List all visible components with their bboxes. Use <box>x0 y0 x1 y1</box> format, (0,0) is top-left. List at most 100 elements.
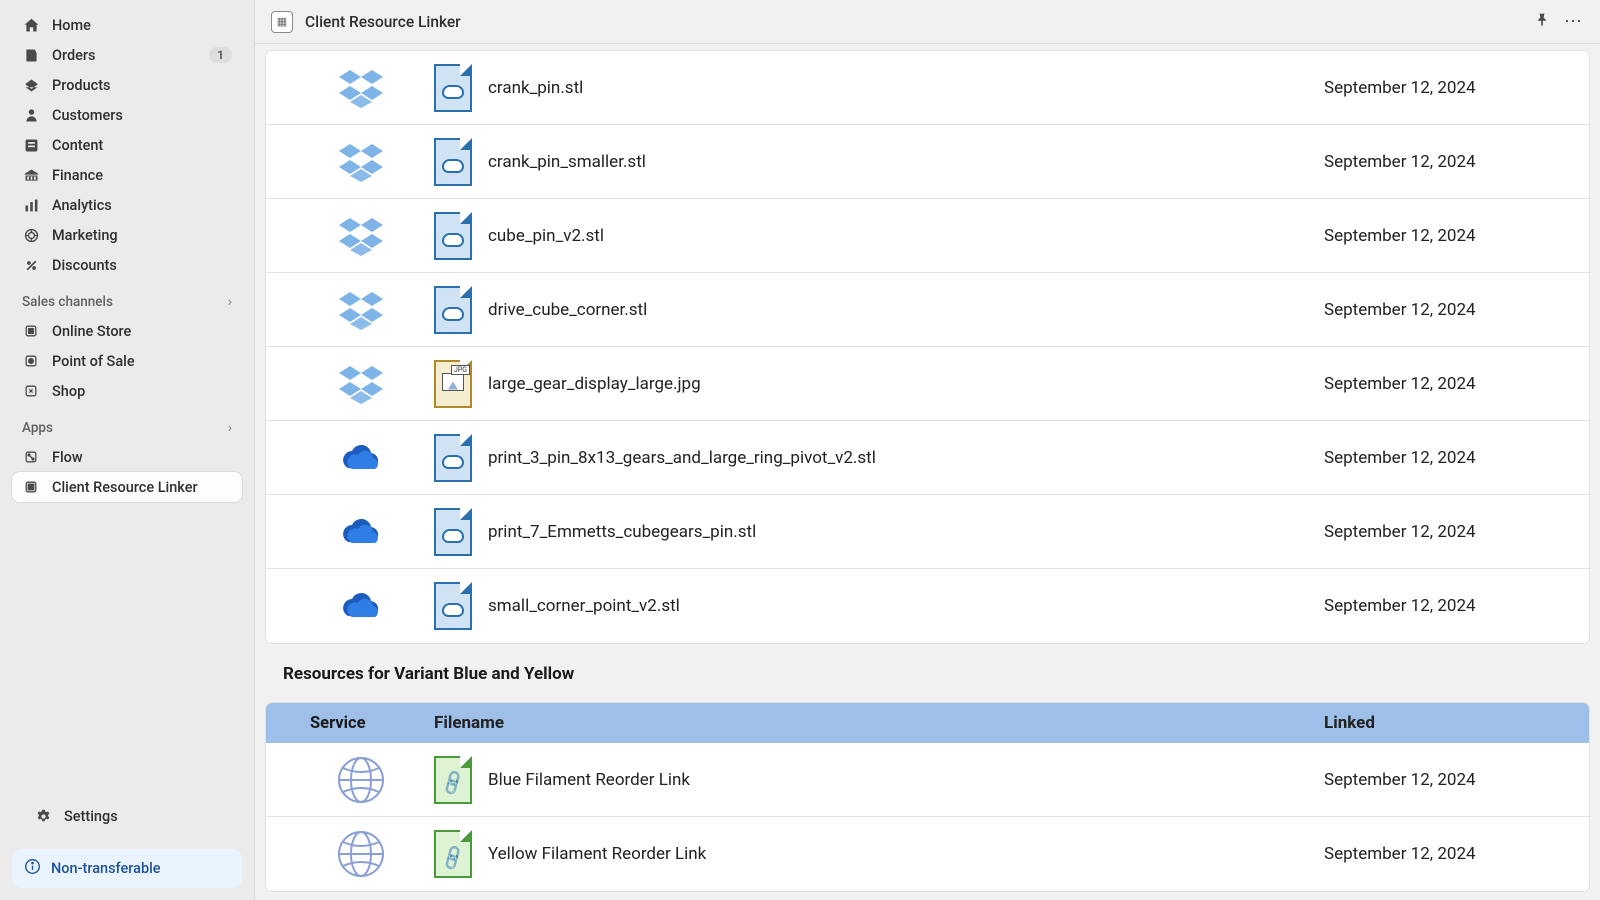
sidebar-item-label: Customers <box>52 107 232 124</box>
resource-row[interactable]: JPGlarge_gear_display_large.jpgSeptember… <box>266 347 1589 421</box>
pos-icon <box>22 352 40 370</box>
customers-icon <box>22 106 40 124</box>
service-icon-dropbox <box>306 364 416 404</box>
store-icon <box>22 322 40 340</box>
variant-table-header: Service Filename Linked <box>266 703 1589 743</box>
cloud-file-icon <box>434 286 472 334</box>
sidebar-item-label: Marketing <box>52 227 232 244</box>
apps-header[interactable]: Apps › <box>0 406 254 442</box>
flow-icon <box>22 448 40 466</box>
linked-date: September 12, 2024 <box>1324 226 1569 246</box>
filename: Yellow Filament Reorder Link <box>488 844 706 864</box>
service-icon-dropbox <box>306 142 416 182</box>
service-icon-dropbox <box>306 68 416 108</box>
variant-table: Service Filename Linked 🔗 Blue Filament R… <box>265 702 1590 892</box>
link-file-icon: 🔗 <box>434 756 472 804</box>
linked-date: September 12, 2024 <box>1324 844 1569 864</box>
resource-row[interactable]: small_corner_point_v2.stlSeptember 12, 2… <box>266 569 1589 643</box>
sidebar-item-marketing[interactable]: Marketing <box>12 220 242 250</box>
sidebar-item-client-resource-linker[interactable]: Client Resource Linker <box>12 472 242 502</box>
sidebar-item-online-store[interactable]: Online Store <box>12 316 242 346</box>
chevron-right-icon: › <box>228 294 232 310</box>
non-transferable-badge[interactable]: Non-transferable <box>12 849 242 888</box>
sidebar-item-label: Point of Sale <box>52 353 232 370</box>
resource-row[interactable]: 🔗 Blue Filament Reorder Link September 12,… <box>266 743 1589 817</box>
cloud-file-icon <box>434 508 472 556</box>
filename: Blue Filament Reorder Link <box>488 770 690 790</box>
marketing-icon <box>22 226 40 244</box>
sidebar-item-label: Online Store <box>52 323 232 340</box>
app-icon: ▦ <box>271 11 293 33</box>
products-icon <box>22 76 40 94</box>
more-icon[interactable]: ⋯ <box>1564 11 1584 32</box>
linked-date: September 12, 2024 <box>1324 522 1569 542</box>
sales-channels-header[interactable]: Sales channels › <box>0 280 254 316</box>
header-linked: Linked <box>1324 713 1569 733</box>
sidebar-item-label: Discounts <box>52 257 232 274</box>
sidebar: Home Orders 1 Products Customers Content Finan… <box>0 0 255 900</box>
header-service: Service <box>306 714 416 733</box>
resource-row[interactable]: 🔗Yellow Filament Reorder LinkSeptember 1… <box>266 817 1589 891</box>
orders-icon <box>22 46 40 64</box>
sidebar-item-content[interactable]: Content <box>12 130 242 160</box>
sidebar-item-shop[interactable]: Shop <box>12 376 242 406</box>
sidebar-item-label: Products <box>52 77 232 94</box>
resource-row[interactable]: cube_pin_v2.stl September 12, 2024 <box>266 199 1589 273</box>
resources-table: crank_pin.stlSeptember 12, 2024crank_pin… <box>265 50 1590 644</box>
sidebar-item-label: Home <box>52 17 232 34</box>
sidebar-item-point-of-sale[interactable]: Point of Sale <box>12 346 242 376</box>
resource-row[interactable]: crank_pin.stl September 12, 2024 <box>266 51 1589 125</box>
service-icon-web <box>306 830 416 878</box>
main-area: ▦ Client Resource Linker ⋯ crank_pin.stl… <box>255 0 1600 900</box>
cloud-file-icon <box>434 138 472 186</box>
sales-channels-label: Sales channels <box>22 294 113 310</box>
sidebar-item-label: Orders <box>52 47 197 64</box>
sidebar-item-label: Finance <box>52 167 232 184</box>
linked-date: September 12, 2024 <box>1324 448 1569 468</box>
service-icon-dropbox <box>306 216 416 256</box>
cloud-file-icon <box>434 212 472 260</box>
resource-row[interactable]: print_7_Emmetts_cubegears_pin.stl Septemb… <box>266 495 1589 569</box>
sidebar-item-orders[interactable]: Orders 1 <box>12 40 242 70</box>
sidebar-item-customers[interactable]: Customers <box>12 100 242 130</box>
service-icon-onedrive <box>306 517 416 547</box>
apps-label: Apps <box>22 420 53 436</box>
linked-date: September 12, 2024 <box>1324 78 1569 98</box>
resource-row[interactable]: print_3_pin_8x13_gears_and_large_ring_pi… <box>266 421 1589 495</box>
service-icon-dropbox <box>306 290 416 330</box>
sidebar-item-label: Client Resource Linker <box>52 479 232 496</box>
info-icon <box>24 858 41 879</box>
sidebar-item-products[interactable]: Products <box>12 70 242 100</box>
resource-row[interactable]: drive_cube_corner.stlSeptember 12, 2024 <box>266 273 1589 347</box>
filename: print_3_pin_8x13_gears_and_large_ring_pi… <box>488 448 876 468</box>
header-filename: Filename <box>434 713 1306 733</box>
filename: drive_cube_corner.stl <box>488 300 647 320</box>
filename: print_7_Emmetts_cubegears_pin.stl <box>488 522 756 542</box>
resource-row[interactable]: crank_pin_smaller.stlSeptember 12, 2024 <box>266 125 1589 199</box>
linked-date: September 12, 2024 <box>1324 770 1569 790</box>
filename: cube_pin_v2.stl <box>488 226 604 246</box>
cloud-file-icon <box>434 582 472 630</box>
sidebar-item-analytics[interactable]: Analytics <box>12 190 242 220</box>
content-scroll[interactable]: crank_pin.stlSeptember 12, 2024crank_pin… <box>255 44 1600 900</box>
finance-icon <box>22 166 40 184</box>
variant-heading: Resources for Variant Blue and Yellow <box>265 644 1590 696</box>
filename: crank_pin.stl <box>488 78 583 98</box>
filename: large_gear_display_large.jpg <box>488 374 701 394</box>
filename: small_corner_point_v2.stl <box>488 596 680 616</box>
pin-icon[interactable] <box>1534 12 1550 32</box>
sidebar-item-home[interactable]: Home <box>12 10 242 40</box>
sidebar-item-finance[interactable]: Finance <box>12 160 242 190</box>
sidebar-item-flow[interactable]: Flow <box>12 442 242 472</box>
jpg-file-icon: JPG <box>434 360 472 408</box>
sidebar-item-settings[interactable]: Settings <box>24 801 230 831</box>
service-icon-onedrive <box>306 591 416 621</box>
non-transferable-label: Non-transferable <box>51 860 161 877</box>
sidebar-item-label: Analytics <box>52 197 232 214</box>
service-icon-onedrive <box>306 443 416 473</box>
chevron-right-icon: › <box>228 420 232 436</box>
sidebar-item-discounts[interactable]: Discounts <box>12 250 242 280</box>
service-icon-web <box>306 756 416 804</box>
analytics-icon <box>22 196 40 214</box>
sidebar-badge: 1 <box>209 47 232 63</box>
